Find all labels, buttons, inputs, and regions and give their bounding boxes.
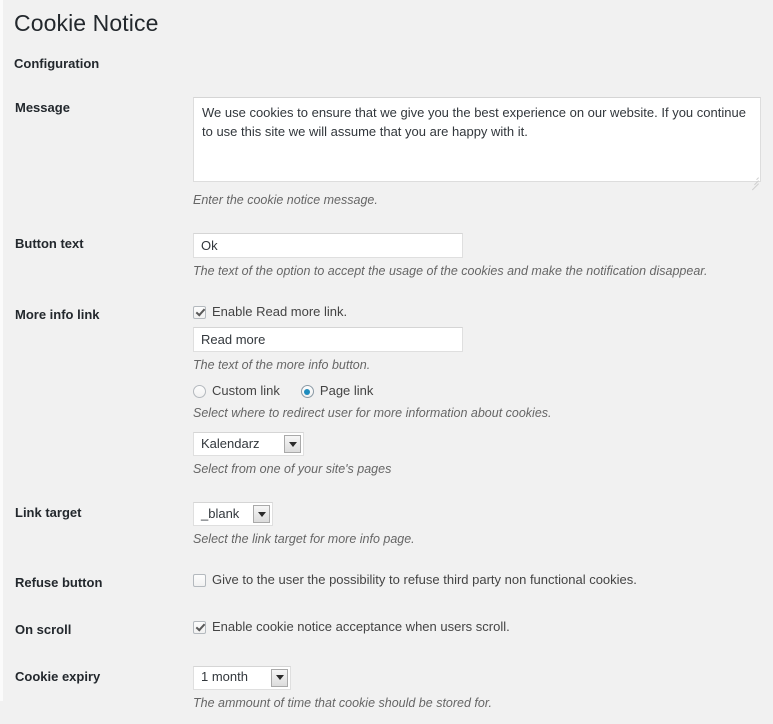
label-message: Message <box>15 100 70 115</box>
description-page-select: Select from one of your site's pages <box>193 462 392 477</box>
on-scroll-row[interactable]: Enable cookie notice acceptance when use… <box>193 619 766 636</box>
cookie-expiry-select-value: 1 month <box>201 669 248 685</box>
row-refuse-button: Refuse button Give to the user the possi… <box>12 560 773 607</box>
chevron-down-icon[interactable] <box>284 435 301 454</box>
label-link-target: Link target <box>15 505 82 521</box>
row-cookie-expiry: Cookie expiry 1 month The ammount of tim… <box>12 654 773 724</box>
radio-page-link[interactable] <box>300 385 314 399</box>
description-cookie-expiry: The ammount of time that cookie should b… <box>193 695 492 710</box>
page-select-value: Kalendarz <box>201 435 260 451</box>
radio-page-link-label: Page link <box>319 383 374 399</box>
link-type-radio-group: Custom link Page link <box>193 383 766 400</box>
message-textarea-wrapper <box>193 97 761 191</box>
button-text-input[interactable] <box>193 232 463 258</box>
enable-read-more-row[interactable]: Enable Read more link. <box>193 304 766 321</box>
page-select[interactable]: Kalendarz <box>193 432 304 457</box>
on-scroll-checkbox-label: Enable cookie notice acceptance when use… <box>212 618 510 634</box>
label-more-info-link: More info link <box>15 306 100 322</box>
link-target-select-value: _blank <box>201 505 240 521</box>
label-cookie-expiry: Cookie expiry <box>15 668 101 684</box>
row-button-text: Button text The text of the option to ac… <box>12 221 773 292</box>
read-more-text-input[interactable] <box>193 326 463 352</box>
description-message: Enter the cookie notice message. <box>193 192 378 207</box>
enable-read-more-checkbox[interactable] <box>193 305 206 319</box>
radio-custom-link[interactable] <box>193 385 206 399</box>
row-on-scroll: On scroll Enable cookie notice acceptanc… <box>12 607 773 654</box>
description-read-more-text: The text of the more info button. <box>193 357 371 372</box>
page-title: Cookie Notice <box>14 10 159 36</box>
row-more-info-link: More info link Enable Read more link. Th… <box>12 292 773 490</box>
section-title-configuration: Configuration <box>14 56 100 71</box>
row-message: Message Enter the cookie notice message. <box>12 85 773 221</box>
on-scroll-checkbox[interactable] <box>193 620 206 634</box>
link-target-select[interactable]: _blank <box>193 502 273 527</box>
label-on-scroll: On scroll <box>15 621 72 637</box>
refuse-button-checkbox-label: Give to the user the possibility to refu… <box>212 571 637 587</box>
label-button-text: Button text <box>15 235 84 251</box>
description-button-text: The text of the option to accept the usa… <box>193 263 708 278</box>
refuse-button-row[interactable]: Give to the user the possibility to refu… <box>193 572 766 589</box>
settings-form-table: Message Enter the cookie notice message.… <box>12 85 773 724</box>
chevron-down-icon[interactable] <box>271 668 288 687</box>
cookie-expiry-select[interactable]: 1 month <box>193 665 291 690</box>
refuse-button-checkbox[interactable] <box>193 573 206 587</box>
row-link-target: Link target _blank Select the link targe… <box>12 490 773 560</box>
chevron-down-icon[interactable] <box>253 505 270 524</box>
settings-page: Cookie Notice Configuration Message Ente… <box>0 0 773 710</box>
label-refuse-button: Refuse button <box>15 574 103 590</box>
description-link-target: Select the link target for more info pag… <box>193 532 415 547</box>
enable-read-more-label: Enable Read more link. <box>212 303 348 319</box>
message-textarea[interactable] <box>193 97 761 182</box>
description-redirect: Select where to redirect user for more i… <box>193 406 552 421</box>
radio-custom-link-label: Custom link <box>212 383 280 399</box>
